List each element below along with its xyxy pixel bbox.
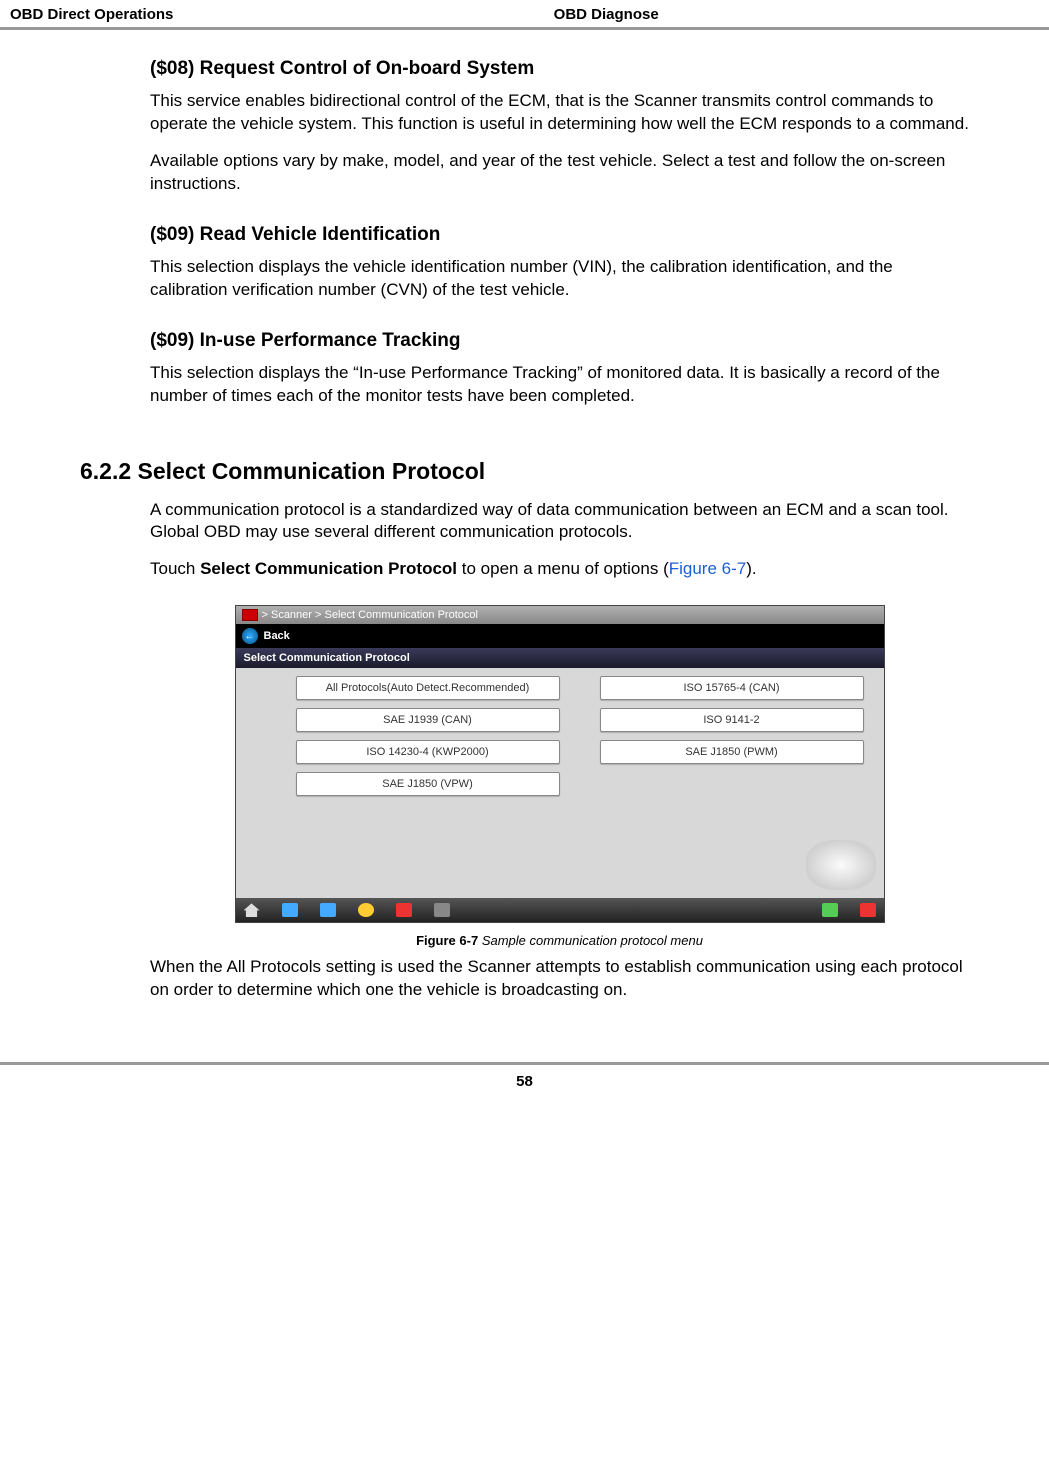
screenshot-subtitle: Select Communication Protocol (236, 648, 884, 668)
figure-title: Sample communication protocol menu (482, 933, 703, 948)
protocol-button[interactable]: All Protocols(Auto Detect.Recommended) (296, 676, 560, 700)
figure-reference-link[interactable]: Figure 6-7 (669, 559, 746, 578)
paragraph: This selection displays the vehicle iden… (150, 256, 969, 302)
taskbar-icon[interactable] (320, 903, 336, 917)
protocol-button[interactable]: SAE J1850 (VPW) (296, 772, 560, 796)
figure-number: Figure 6-7 (416, 933, 482, 948)
paragraph: A communication protocol is a standardiz… (150, 499, 969, 545)
protocol-button[interactable]: SAE J1850 (PWM) (600, 740, 864, 764)
bold-text: Select Communication Protocol (200, 559, 457, 578)
paragraph: This selection displays the “In-use Perf… (150, 362, 969, 408)
back-label[interactable]: Back (264, 630, 290, 642)
home-icon[interactable] (244, 903, 260, 917)
protocol-button[interactable]: ISO 14230-4 (KWP2000) (296, 740, 560, 764)
protocol-button[interactable]: ISO 15765-4 (CAN) (600, 676, 864, 700)
page-header: OBD Direct Operations OBD Diagnose (0, 0, 1049, 30)
screenshot-back-bar: ← Back (236, 624, 884, 648)
page-number: 58 (516, 1073, 533, 1090)
flag-icon (242, 609, 258, 621)
header-right: OBD Diagnose (554, 6, 659, 23)
page-content: ($08) Request Control of On-board System… (0, 58, 1049, 1002)
figure-caption: Figure 6-7 Sample communication protocol… (150, 933, 969, 948)
taskbar-icon[interactable] (358, 903, 374, 917)
paragraph: Touch Select Communication Protocol to o… (150, 558, 969, 581)
taskbar-icon[interactable] (396, 903, 412, 917)
screenshot-titlebar: > Scanner > Select Communication Protoco… (236, 606, 884, 624)
text: to open a menu of options ( (457, 559, 669, 578)
back-arrow-icon[interactable]: ← (242, 628, 258, 644)
taskbar-icon[interactable] (822, 903, 838, 917)
breadcrumb: > Scanner > Select Communication Protoco… (262, 609, 478, 621)
page-footer: 58 (0, 1062, 1049, 1110)
paragraph: This service enables bidirectional contr… (150, 90, 969, 136)
heading-09-vin: ($09) Read Vehicle Identification (150, 224, 969, 246)
screenshot-taskbar (236, 898, 884, 922)
heading-09-perf: ($09) In-use Performance Tracking (150, 330, 969, 352)
protocol-button[interactable]: SAE J1939 (CAN) (296, 708, 560, 732)
figure-6-7: > Scanner > Select Communication Protoco… (150, 605, 969, 948)
taskbar-icon[interactable] (860, 903, 876, 917)
heading-622: 6.2.2 Select Communication Protocol (80, 458, 969, 485)
paragraph: Available options vary by make, model, a… (150, 150, 969, 196)
screenshot-button-grid: All Protocols(Auto Detect.Recommended) I… (236, 668, 884, 898)
text: Touch (150, 559, 200, 578)
text: ). (746, 559, 756, 578)
taskbar-icon[interactable] (434, 903, 450, 917)
protocol-button[interactable]: ISO 9141-2 (600, 708, 864, 732)
watermark-icon (806, 840, 876, 890)
screenshot: > Scanner > Select Communication Protoco… (235, 605, 885, 923)
taskbar-icon[interactable] (282, 903, 298, 917)
paragraph: When the All Protocols setting is used t… (150, 956, 969, 1002)
heading-08: ($08) Request Control of On-board System (150, 58, 969, 80)
header-left: OBD Direct Operations (10, 6, 173, 23)
